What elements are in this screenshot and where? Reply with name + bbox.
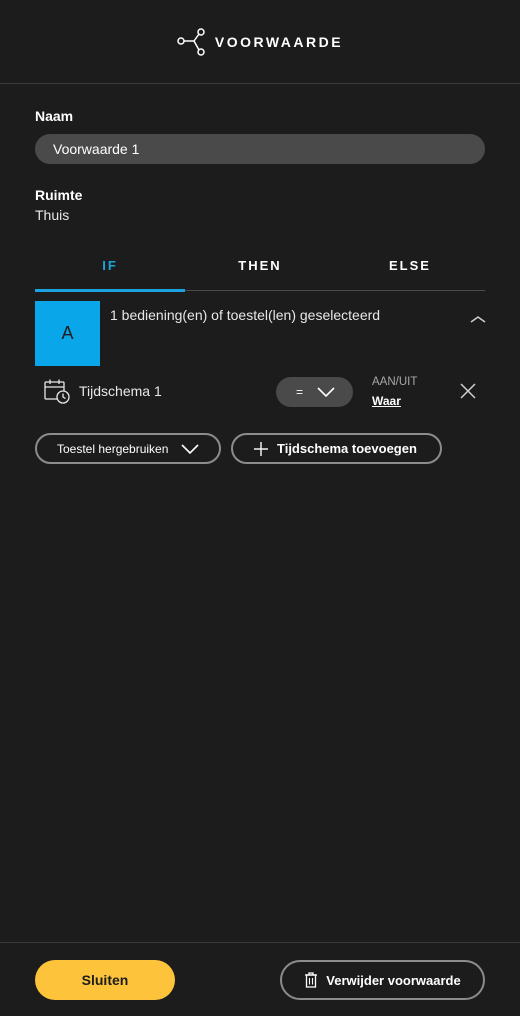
reuse-device-button[interactable]: Toestel hergebruiken xyxy=(35,433,221,464)
condition-branch-icon xyxy=(177,27,205,56)
schedule-label: Tijdschema 1 xyxy=(79,383,162,399)
name-input[interactable] xyxy=(35,134,485,164)
name-label: Naam xyxy=(35,108,74,124)
chevron-down-icon xyxy=(317,387,335,398)
operator-select[interactable]: = xyxy=(276,377,353,407)
tab-if[interactable]: IF xyxy=(35,250,185,292)
condition-tabs: IF THEN ELSE xyxy=(35,250,485,292)
trash-icon xyxy=(305,972,318,988)
add-schedule-button[interactable]: Tijdschema toevoegen xyxy=(231,433,442,464)
dialog-header: VOORWAARDE xyxy=(0,0,520,84)
operator-value: = xyxy=(296,385,304,399)
reuse-device-label: Toestel hergebruiken xyxy=(57,441,169,456)
chevron-up-icon[interactable] xyxy=(469,313,487,325)
schedule-icon xyxy=(44,379,70,404)
plus-icon xyxy=(254,441,268,456)
state-label: AAN/UIT xyxy=(372,376,418,388)
dialog-title: VOORWAARDE xyxy=(214,33,344,50)
room-value: Thuis xyxy=(35,207,70,223)
add-schedule-label: Tijdschema toevoegen xyxy=(277,441,417,456)
device-tile-letter: A xyxy=(61,323,74,343)
tab-else[interactable]: ELSE xyxy=(335,250,485,290)
delete-condition-label: Verwijder voorwaarde xyxy=(326,972,461,988)
device-tile[interactable]: A xyxy=(35,301,100,366)
tab-then[interactable]: THEN xyxy=(185,250,335,290)
close-button[interactable]: Sluiten xyxy=(35,960,175,1000)
state-value-link[interactable]: Waar xyxy=(372,394,401,408)
chevron-down-icon xyxy=(181,443,199,454)
selected-devices-text: 1 bediening(en) of toestel(len) geselect… xyxy=(110,307,381,323)
close-icon[interactable] xyxy=(460,383,476,399)
room-label: Ruimte xyxy=(35,187,83,203)
delete-condition-button[interactable]: Verwijder voorwaarde xyxy=(280,960,485,1000)
